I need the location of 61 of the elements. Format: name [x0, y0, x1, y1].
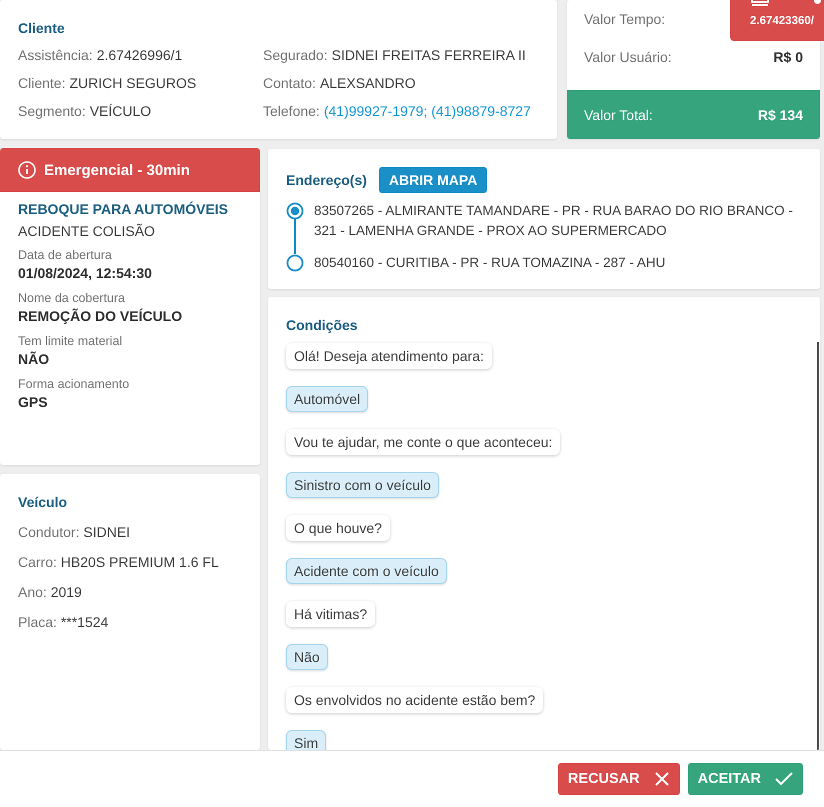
service-subtitle: ACIDENTE COLISÃO — [18, 223, 155, 239]
field-value: ZURICH SEGUROS — [69, 74, 196, 90]
answer-bubble: Não — [286, 644, 328, 670]
badge-number: 2.67423360/ — [750, 15, 814, 27]
value-label: Valor Usuário: — [584, 49, 672, 65]
field-label: Segmento: — [18, 102, 86, 118]
answer-bubble: Sinistro com o veículo — [286, 472, 439, 498]
scrollbar[interactable] — [817, 342, 819, 750]
field-label: Forma acionamento — [18, 377, 130, 391]
total-label: Valor Total: — [584, 106, 653, 122]
question-bubble: O que houve? — [286, 515, 390, 541]
field-label: Segurado: — [263, 46, 328, 62]
field-label: Carro: — [18, 554, 57, 570]
field-value: GPS — [18, 394, 48, 410]
field-label: Cliente: — [18, 74, 66, 90]
section-title: Veículo — [18, 494, 68, 510]
service-title: REBOQUE PARA AUTOMÓVEIS — [18, 201, 228, 217]
address-text: 80540160 - CURITIBA - PR - RUA TOMAZINA - 287 - AHU — [314, 254, 666, 272]
field-value: 2019 — [50, 584, 82, 600]
answer-bubble: Automóvel — [286, 386, 368, 412]
field-value: 2.67426996/1 — [96, 46, 182, 62]
phone-link[interactable]: (41)99927-1979; (41)98879-8727 — [324, 102, 531, 118]
field-label: Nome da cobertura — [18, 291, 126, 305]
field-label: Data de abertura — [18, 248, 112, 262]
question-bubble: Olá! Deseja atendimento para: — [286, 343, 492, 369]
question-bubble: Há vitimas? — [286, 601, 376, 627]
address-text: 83507265 - ALMIRANTE TAMANDARE - PR - RUA BARAO DO RIO BRANCO - 321 - LAMENHA GRANDE - PROX AO SUPERMERCADO — [314, 202, 794, 240]
field-value: SIDNEI — [83, 524, 130, 540]
close-icon — [654, 771, 670, 787]
service-badge[interactable]: 2.67423360/ — [730, 0, 824, 41]
priority-label: Emergencial - 30min — [44, 162, 190, 178]
answer-bubble: Acidente com o veículo — [286, 558, 447, 584]
field-label: Contato: — [263, 74, 316, 90]
field-label: Telefone: — [263, 102, 320, 118]
field-label: Assistência: — [18, 46, 93, 62]
field-label: Ano: — [18, 584, 47, 600]
section-title: Condições — [286, 317, 358, 333]
field-value: VEÍCULO — [90, 102, 152, 118]
section-title: Endereço(s) — [286, 172, 367, 188]
field-label: Condutor: — [18, 524, 80, 540]
value-amount: R$ 0 — [773, 49, 803, 65]
field-value: REMOÇÃO DO VEÍCULO — [18, 308, 182, 324]
question-bubble: Vou te ajudar, me conte o que aconteceu: — [286, 429, 560, 455]
total-amount: R$ 134 — [758, 106, 803, 122]
reject-button[interactable]: RECUSAR — [558, 763, 680, 795]
answer-bubble: Sim — [286, 730, 326, 750]
section-title: Cliente — [18, 20, 65, 36]
field-value: 01/08/2024, 12:54:30 — [18, 265, 152, 281]
info-icon — [18, 161, 36, 179]
value-label: Valor Tempo: — [584, 11, 666, 27]
field-value: SIDNEI FREITAS FERREIRA II — [332, 46, 526, 62]
question-bubble: Os envolvidos no acidente estão bem? — [286, 687, 544, 713]
field-value: NÃO — [18, 351, 50, 367]
field-value: ALEXSANDRO — [320, 74, 416, 90]
open-map-button[interactable]: ABRIR MAPA — [378, 167, 488, 193]
field-value: HB20S PREMIUM 1.6 FL — [60, 554, 219, 570]
accept-button[interactable]: ACEITAR — [688, 763, 803, 795]
check-icon — [775, 772, 793, 786]
field-label: Placa: — [18, 614, 57, 630]
field-value: ***1524 — [60, 614, 108, 630]
field-label: Tem limite material — [18, 334, 122, 348]
